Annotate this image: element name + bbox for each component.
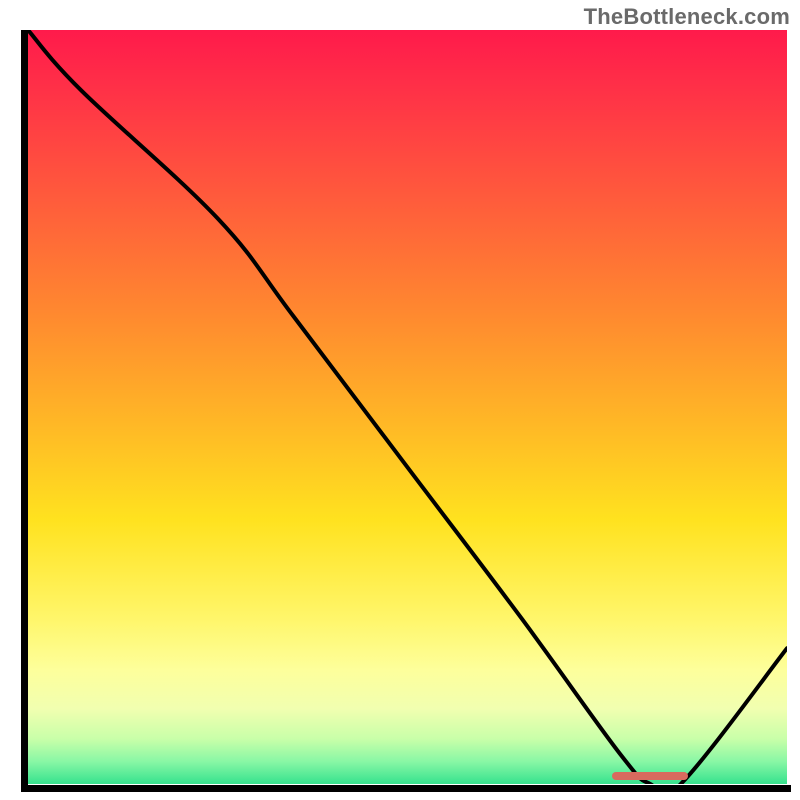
plot-area xyxy=(28,30,787,784)
y-axis xyxy=(21,30,28,792)
chart-container: TheBottleneck.com xyxy=(0,0,800,800)
optimal-range-marker xyxy=(612,772,688,780)
bottleneck-curve xyxy=(28,30,787,784)
x-axis xyxy=(21,785,791,792)
watermark-text: TheBottleneck.com xyxy=(584,4,790,30)
